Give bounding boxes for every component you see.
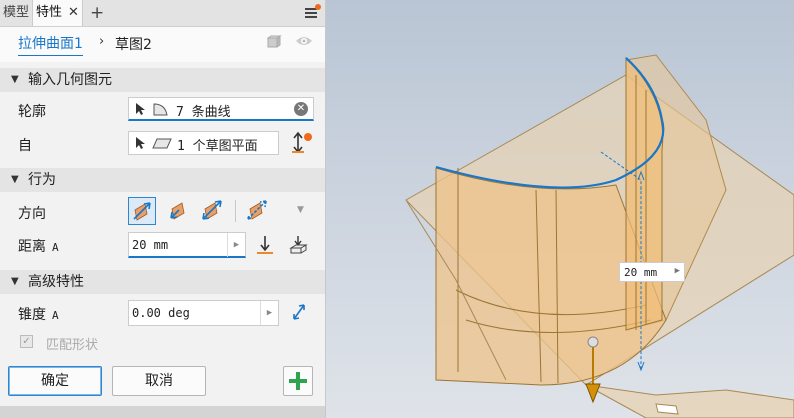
tab-properties-label: 特性: [36, 5, 63, 20]
cancel-button[interactable]: 取消: [112, 366, 206, 396]
match-shape-label: 匹配形状: [46, 338, 99, 353]
tab-bar: 模型 特性 ✕ +: [0, 0, 325, 27]
dimension-input[interactable]: 20 mm ▶: [619, 262, 685, 282]
breadcrumb-sketch: 草图2: [115, 37, 152, 53]
add-tab-button[interactable]: +: [90, 0, 104, 26]
flip-icon[interactable]: [290, 131, 316, 155]
breadcrumb-feature-link[interactable]: 拉伸曲面1: [18, 33, 83, 56]
taper-value: 0.00 deg: [132, 306, 190, 320]
menu-icon[interactable]: [305, 8, 317, 18]
direction-label: 方向: [18, 206, 46, 222]
taper-input[interactable]: 0.00 deg ▶: [128, 300, 279, 326]
plane-icon: [152, 138, 172, 149]
ok-button[interactable]: 确定: [8, 366, 102, 396]
section-input-geometry[interactable]: ▼ 输入几何图元: [0, 68, 325, 92]
distance-menu-arrow[interactable]: ▶: [227, 233, 245, 257]
taper-label: 锥度 A: [18, 304, 59, 324]
to-face-icon[interactable]: [288, 234, 308, 256]
taper-menu-arrow[interactable]: ▶: [260, 301, 278, 325]
dimension-menu-arrow[interactable]: ▶: [675, 266, 680, 276]
direction-icon: [133, 202, 151, 221]
tab-model[interactable]: 模型: [0, 0, 32, 26]
profile-selector[interactable]: 7 条曲线 ✕: [128, 97, 314, 121]
profile-label: 轮廓: [18, 104, 46, 120]
profile-value: 7 条曲线: [176, 105, 231, 120]
distance-label-text: 距离: [18, 239, 46, 255]
section-input-geometry-label: 输入几何图元: [28, 72, 112, 88]
distance-suffix: A: [52, 241, 59, 254]
curve-icon: [153, 103, 168, 116]
taper-flip-icon[interactable]: [290, 302, 308, 322]
breadcrumb-separator: ›: [99, 34, 105, 49]
direction-icon: [247, 200, 267, 220]
cube-icon[interactable]: [267, 35, 282, 48]
match-shape-checkbox[interactable]: ✓: [20, 335, 33, 348]
eye-icon[interactable]: [295, 35, 313, 47]
tab-properties[interactable]: 特性 ✕: [32, 0, 83, 26]
add-icon: [289, 372, 307, 390]
collapse-triangle-icon: ▼: [11, 276, 19, 287]
section-behavior-label: 行为: [28, 172, 56, 188]
taper-label-text: 锥度: [18, 307, 46, 323]
direction-default-button[interactable]: [128, 197, 156, 225]
distance-value: 20 mm: [132, 238, 169, 252]
panel-footer: [0, 406, 325, 418]
from-value: 1 个草图平面: [177, 139, 258, 154]
add-button[interactable]: [283, 366, 313, 396]
3d-model[interactable]: [326, 0, 794, 418]
from-label: 自: [18, 138, 32, 154]
cursor-icon: [136, 137, 145, 149]
dimension-value: 20 mm: [624, 266, 658, 279]
section-behavior[interactable]: ▼ 行为: [0, 168, 325, 192]
collapse-triangle-icon: ▼: [11, 174, 19, 185]
distance-input[interactable]: 20 mm ▶: [128, 232, 246, 258]
direction-flipped-button[interactable]: [166, 197, 194, 225]
property-panel: 模型 特性 ✕ + 拉伸曲面1 › 草图2 ▼ 输入几何图元 轮廓 7 条曲线 ✕…: [0, 0, 326, 418]
cursor-icon: [136, 103, 145, 115]
direction-dropdown-arrow[interactable]: ▼: [297, 205, 304, 215]
measure-icon[interactable]: [255, 234, 275, 256]
taper-suffix: A: [52, 309, 59, 322]
notification-dot: [315, 4, 321, 10]
direction-symmetric-button[interactable]: [199, 197, 227, 225]
model-viewport[interactable]: 20 mm ▶: [326, 0, 794, 418]
section-advanced-label: 高级特性: [28, 274, 84, 290]
direction-icon: [202, 200, 222, 220]
from-selector[interactable]: 1 个草图平面: [128, 131, 279, 155]
direction-asymmetric-button[interactable]: [244, 197, 272, 225]
divider: [235, 200, 236, 222]
distance-label: 距离 A: [18, 236, 59, 256]
close-icon[interactable]: ✕: [68, 5, 79, 20]
section-advanced[interactable]: ▼ 高级特性: [0, 270, 325, 294]
direction-icon: [170, 202, 185, 220]
clear-icon[interactable]: ✕: [294, 102, 308, 116]
collapse-triangle-icon: ▼: [11, 74, 19, 85]
tab-model-label: 模型: [3, 5, 30, 20]
